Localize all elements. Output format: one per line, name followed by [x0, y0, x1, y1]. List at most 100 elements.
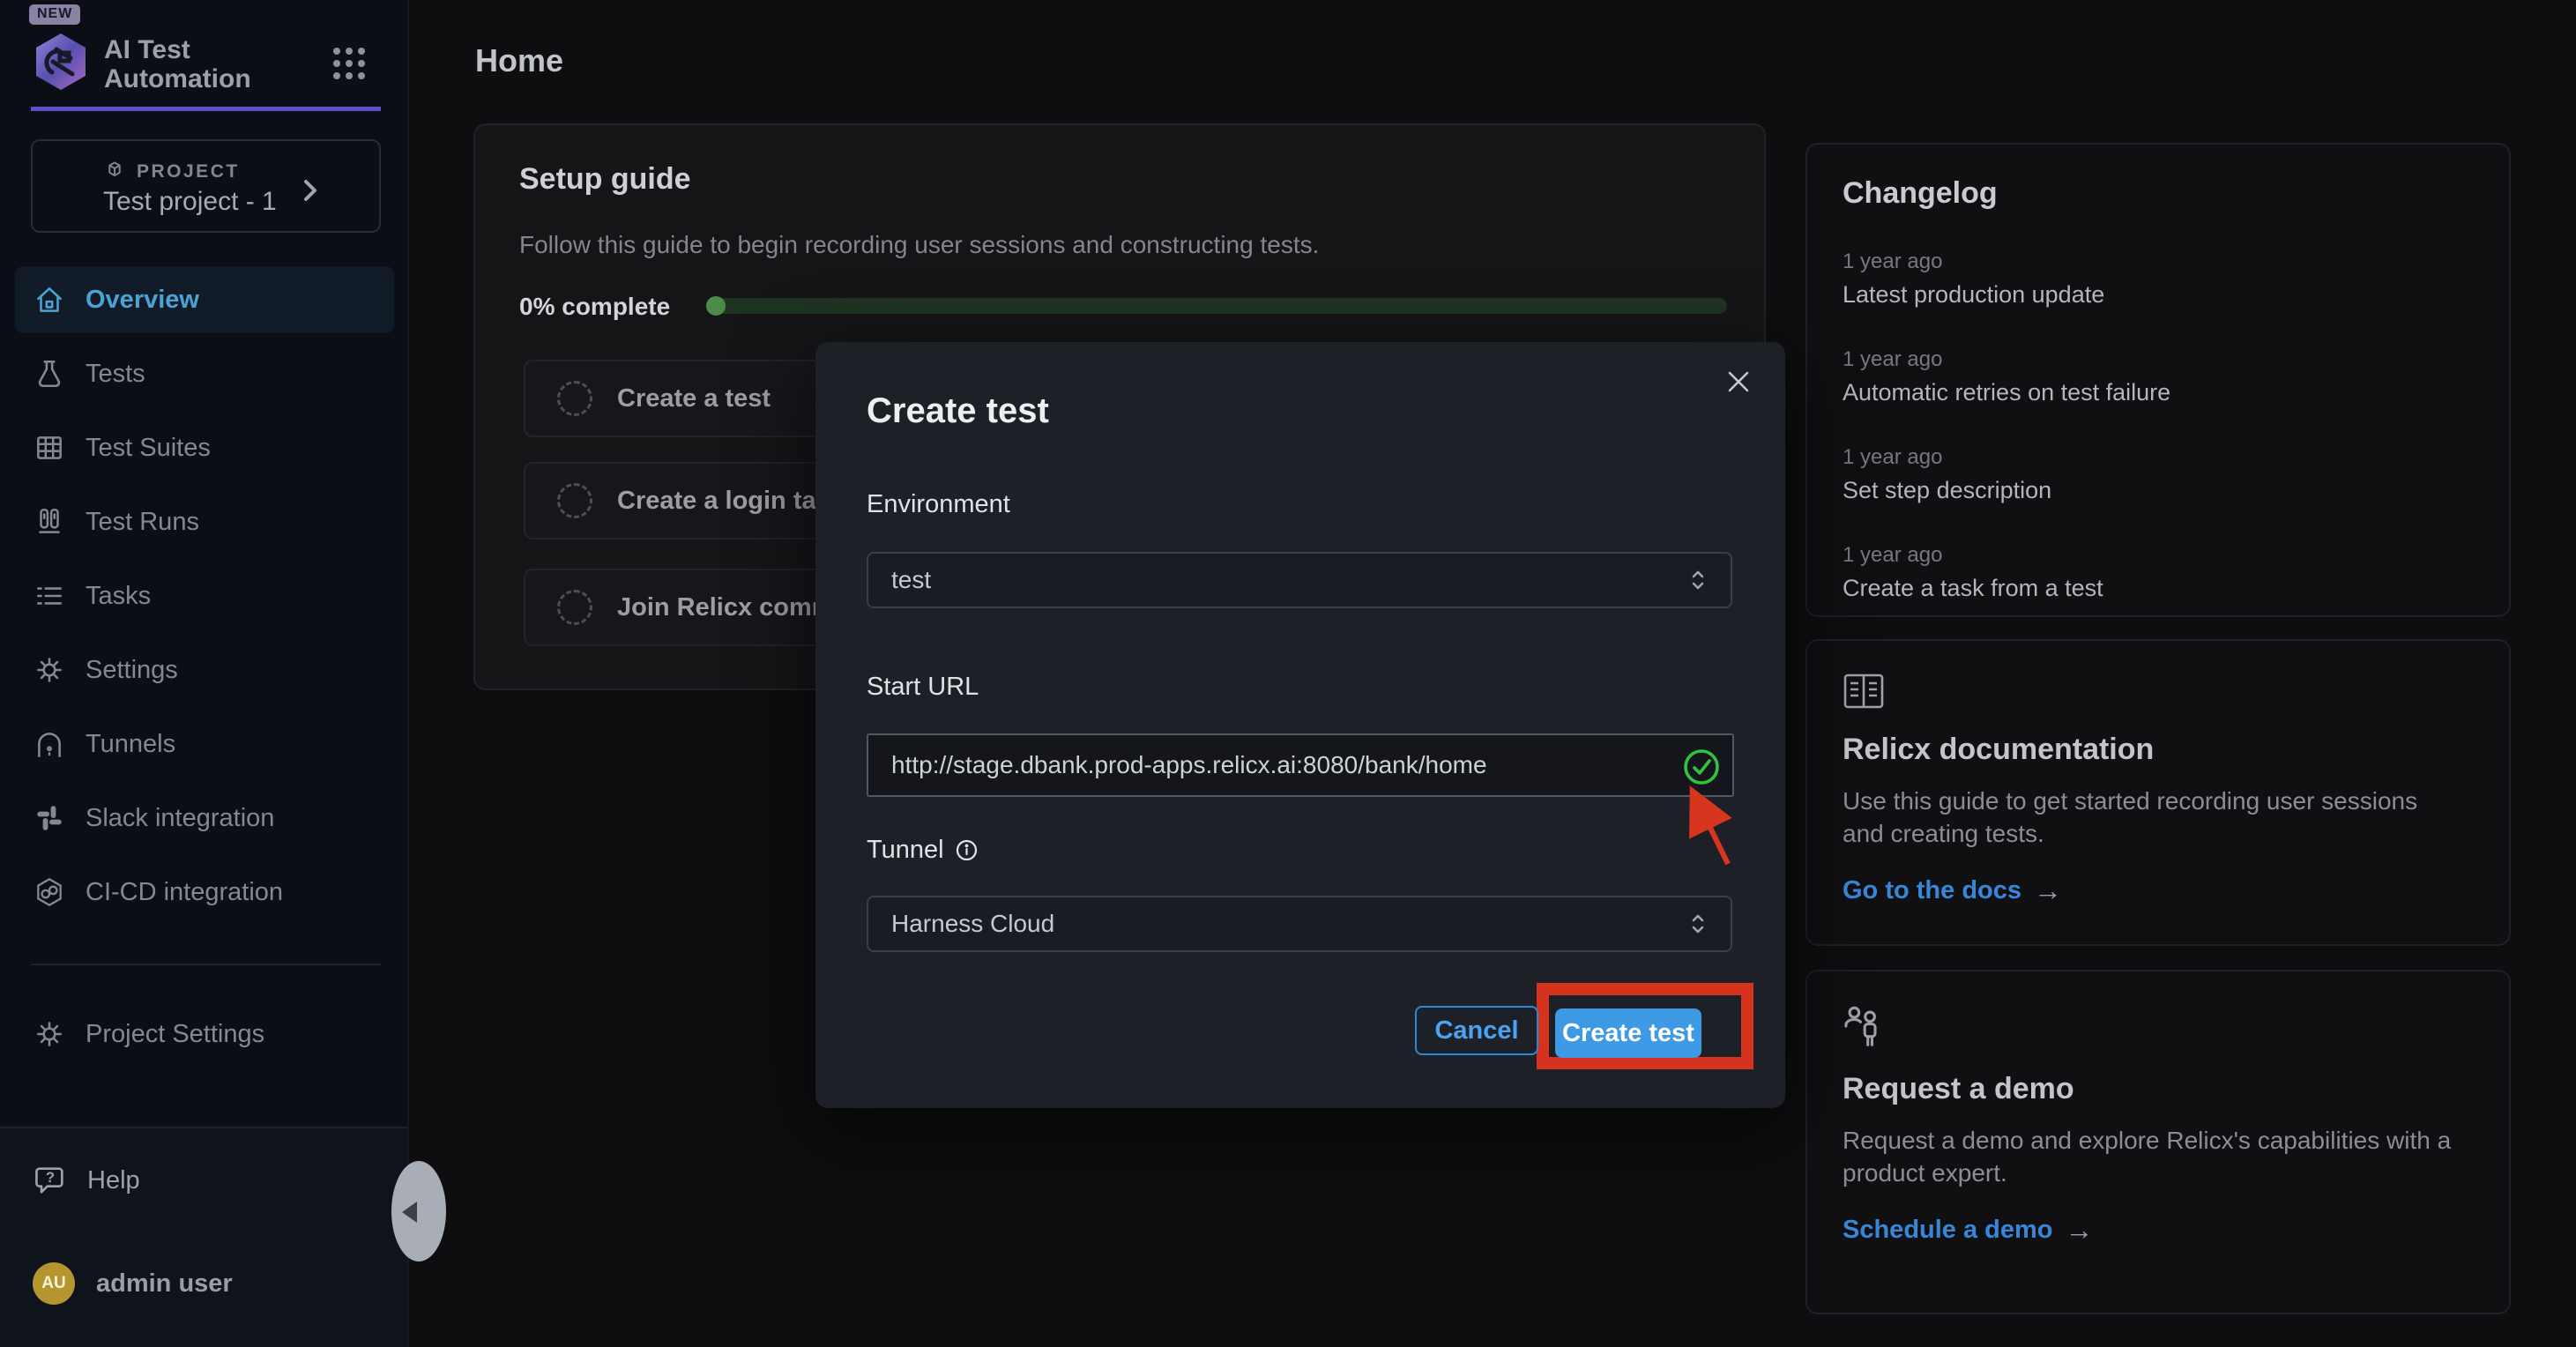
sidebar-item-overview[interactable]: Overview: [15, 266, 394, 333]
select-chevrons-icon: [1688, 569, 1708, 592]
changelog-time: 1 year ago: [1843, 347, 2474, 372]
sidebar-item-label: Tunnels: [86, 730, 175, 759]
sidebar-nav: Overview Tests Test Suites: [15, 266, 394, 933]
app-logo-row: AI Test Automation: [34, 32, 307, 93]
go-to-docs-link[interactable]: Go to the docs: [1843, 876, 2021, 905]
sidebar-item-label: Tasks: [86, 582, 151, 611]
changelog-entry: 1 year ago Create a task from a test: [1843, 543, 2474, 602]
progress-label: 0% complete: [519, 293, 670, 321]
create-test-modal: Create test Environment test Start URL h…: [815, 342, 1785, 1108]
dashed-circle-icon: [557, 483, 592, 518]
docs-title: Relicx documentation: [1843, 733, 2474, 767]
changelog-entry: 1 year ago Set step description: [1843, 445, 2474, 504]
annotation-arrow: [1675, 783, 1740, 871]
environment-select[interactable]: test: [867, 552, 1732, 608]
user-name: admin user: [96, 1269, 233, 1299]
sidebar-item-slack-integration[interactable]: Slack integration: [15, 785, 394, 852]
info-icon[interactable]: [955, 838, 979, 862]
project-selector[interactable]: PROJECT Test project - 1: [31, 139, 381, 233]
sidebar-item-help[interactable]: ? Help: [33, 1163, 140, 1198]
sidebar-item-tasks[interactable]: Tasks: [15, 562, 394, 629]
user-menu[interactable]: AU admin user: [33, 1262, 233, 1305]
people-icon: [1843, 1003, 2474, 1049]
apps-grid-icon[interactable]: [331, 46, 367, 81]
arrow-right-icon: →: [2034, 874, 2062, 907]
tunnel-icon: [33, 727, 66, 761]
sidebar-item-label: Overview: [86, 286, 199, 315]
setup-guide-description: Follow this guide to begin recording use…: [519, 231, 1319, 259]
changelog-entry-title[interactable]: Latest production update: [1843, 281, 2474, 309]
sidebar-item-settings[interactable]: Settings: [15, 636, 394, 703]
sidebar-collapse-handle[interactable]: [391, 1161, 446, 1261]
start-url-value: http://stage.dbank.prod-apps.relicx.ai:8…: [891, 751, 1709, 779]
sidebar: NEW AI Test Automation: [0, 0, 409, 1347]
changelog-entry-title[interactable]: Set step description: [1843, 477, 2474, 504]
changelog-card: Changelog 1 year ago Latest production u…: [1805, 143, 2511, 617]
tunnel-label: Tunnel: [867, 836, 979, 865]
close-icon[interactable]: [1724, 367, 1753, 397]
progress-bar: [706, 298, 1727, 314]
modal-title: Create test: [867, 391, 1049, 431]
demo-description: Request a demo and explore Relicx's capa…: [1843, 1124, 2460, 1189]
check-circle-icon: [1682, 748, 1721, 786]
home-icon: [33, 283, 66, 316]
sidebar-item-label: Tests: [86, 360, 145, 389]
sidebar-item-test-suites[interactable]: Test Suites: [15, 414, 394, 481]
documentation-card: Relicx documentation Use this guide to g…: [1805, 639, 2511, 946]
changelog-time: 1 year ago: [1843, 445, 2474, 470]
sidebar-item-label: CI-CD integration: [86, 878, 283, 907]
docs-description: Use this guide to get started recording …: [1843, 785, 2460, 850]
brand-divider: [31, 107, 381, 111]
project-label: PROJECT: [137, 161, 240, 182]
environment-value: test: [891, 566, 1688, 594]
changelog-time: 1 year ago: [1843, 543, 2474, 568]
sidebar-item-label: Settings: [86, 656, 178, 685]
request-demo-card: Request a demo Request a demo and explor…: [1805, 970, 2511, 1314]
changelog-entry-title[interactable]: Create a task from a test: [1843, 575, 2474, 602]
checklist-label: Create a login task: [617, 487, 845, 516]
sidebar-item-project-settings[interactable]: Project Settings: [15, 1001, 394, 1068]
project-box-icon: [103, 160, 126, 183]
sidebar-bottom-panel: ? Help AU admin user: [0, 1127, 407, 1347]
sidebar-item-label: Test Runs: [86, 508, 199, 537]
start-url-label: Start URL: [867, 673, 979, 702]
dashed-circle-icon: [557, 590, 592, 625]
sidebar-item-label: Slack integration: [86, 804, 274, 833]
columns-icon: [33, 505, 66, 539]
help-icon: ?: [33, 1163, 68, 1198]
docs-icon: [1843, 673, 2474, 710]
sidebar-item-test-runs[interactable]: Test Runs: [15, 488, 394, 555]
app-logo-icon: [34, 32, 88, 92]
tunnel-value: Harness Cloud: [891, 910, 1688, 938]
help-label: Help: [87, 1166, 140, 1195]
app-title: AI Test Automation: [104, 35, 307, 93]
list-icon: [33, 579, 66, 613]
sidebar-item-cicd-integration[interactable]: CI-CD integration: [15, 859, 394, 926]
start-url-input[interactable]: http://stage.dbank.prod-apps.relicx.ai:8…: [867, 733, 1734, 797]
grid-icon: [33, 431, 66, 465]
dashed-circle-icon: [557, 381, 592, 416]
demo-title: Request a demo: [1843, 1072, 2474, 1106]
sidebar-item-tests[interactable]: Tests: [15, 340, 394, 407]
schedule-demo-link[interactable]: Schedule a demo: [1843, 1216, 2053, 1245]
sidebar-divider: [31, 964, 381, 965]
changelog-entry: 1 year ago Latest production update: [1843, 249, 2474, 309]
new-badge: NEW: [29, 4, 80, 25]
changelog-title: Changelog: [1843, 176, 2474, 211]
cancel-button[interactable]: Cancel: [1415, 1006, 1538, 1055]
gear-icon: [33, 653, 66, 687]
project-name: Test project - 1: [103, 187, 277, 217]
tunnel-select[interactable]: Harness Cloud: [867, 896, 1732, 952]
tunnel-label-text: Tunnel: [867, 836, 944, 865]
changelog-entry-title[interactable]: Automatic retries on test failure: [1843, 379, 2474, 406]
changelog-time: 1 year ago: [1843, 249, 2474, 274]
sidebar-item-tunnels[interactable]: Tunnels: [15, 711, 394, 778]
create-test-button[interactable]: Create test: [1555, 1008, 1701, 1058]
svg-text:?: ?: [46, 1169, 55, 1186]
cicd-icon: [33, 875, 66, 909]
flask-icon: [33, 357, 66, 391]
gear-icon: [33, 1017, 66, 1051]
avatar: AU: [33, 1262, 75, 1305]
setup-guide-title: Setup guide: [519, 162, 691, 197]
select-chevrons-icon: [1688, 912, 1708, 935]
